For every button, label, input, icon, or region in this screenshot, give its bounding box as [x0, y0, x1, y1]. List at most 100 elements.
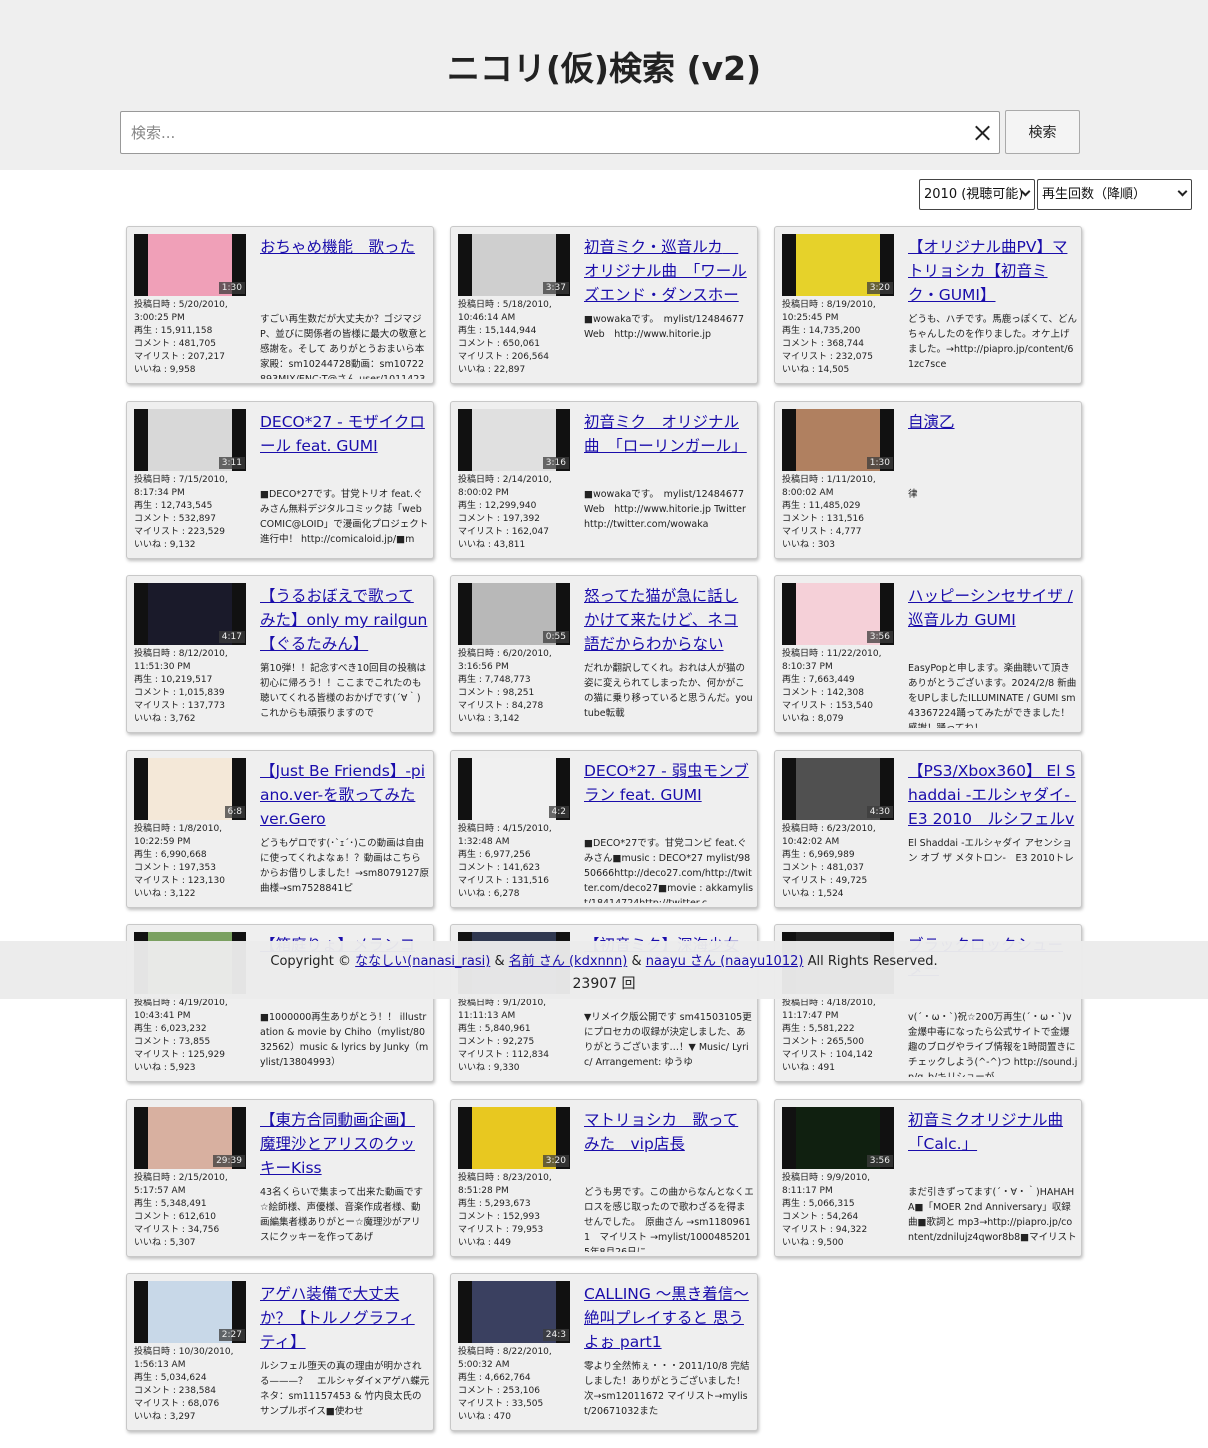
video-thumbnail[interactable]: 4:17	[134, 583, 246, 645]
video-description: 第10弾！！記念すべき10回目の投稿は初心に帰ろう！！ここまでこれたのも聴いてく…	[260, 663, 427, 719]
posted-date-value: 10/30/2010,	[178, 1347, 234, 1357]
video-thumbnail[interactable]: 2:27	[134, 1281, 246, 1343]
posted-time: 5:17:57 AM	[134, 1185, 186, 1196]
video-thumbnail[interactable]: 1:30	[782, 408, 894, 471]
year-select[interactable]: 2010 (視聴可能)	[919, 179, 1035, 210]
sort-select[interactable]: 再生回数（降順）	[1037, 179, 1192, 210]
video-title-link[interactable]: DECO*27 - 弱虫モンブラン feat. GUMI	[584, 759, 752, 807]
video-thumbnail[interactable]: 3:20	[782, 234, 894, 296]
video-title-link[interactable]: CALLING ～黒き着信～ 絶叫プレイすると 思うよぉ part1	[584, 1282, 752, 1354]
video-thumbnail[interactable]: 4:30	[782, 757, 894, 820]
video-stats: 投稿日時 : 10/30/2010, 1:56:13 AM 再生 : 5,034,6…	[134, 1346, 252, 1424]
like-count: いいね : 491	[782, 1062, 900, 1075]
video-thumbnail[interactable]: 3:16	[458, 408, 570, 471]
views-value: 12,743,545	[160, 500, 213, 511]
video-title-link[interactable]: 【東方合同動画企画】魔理沙とアリスのクッキーKiss	[260, 1108, 428, 1180]
mylist-count: マイリスト : 34,756	[134, 1224, 252, 1237]
mylist-label: マイリスト :	[458, 526, 512, 537]
mylist-value: 84,278	[511, 701, 544, 711]
video-thumbnail[interactable]: 3:56	[782, 583, 894, 645]
views-label: 再生 :	[458, 849, 485, 860]
comment-count: コメント : 92,275	[458, 1036, 576, 1049]
like-count: いいね : 3,142	[458, 713, 576, 726]
posted-date-value: 1/11/2010,	[826, 474, 876, 485]
video-title-link[interactable]: 初音ミクオリジナル曲「Calc.」	[908, 1108, 1076, 1156]
video-thumbnail[interactable]: 3:11	[134, 408, 246, 471]
video-title-link[interactable]: DECO*27 - モザイクロール feat. GUMI	[260, 410, 428, 458]
video-thumbnail[interactable]: 0:55	[458, 583, 570, 645]
video-title-link[interactable]: 自演乙	[908, 410, 1076, 434]
video-stats: 投稿日時 : 1/8/2010, 10:22:59 PM 再生 : 6,990,66…	[134, 823, 252, 901]
posted-label: 投稿日時 :	[782, 823, 827, 834]
video-title-link[interactable]: 【オリジナル曲PV】マトリョシカ【初音ミク・GUMI】	[908, 235, 1076, 307]
video-thumbnail[interactable]: 3:37	[458, 234, 570, 296]
views-value: 6,023,232	[160, 1024, 207, 1034]
posted-label: 投稿日時 :	[134, 300, 179, 310]
video-title-link[interactable]: アゲハ装備で大丈夫か？【トルノグラフィティ】	[260, 1282, 428, 1354]
video-stats: 投稿日時 : 1/11/2010, 8:00:02 AM 再生 : 11,485,0…	[782, 474, 900, 552]
comment-count: コメント : 152,993	[458, 1211, 576, 1224]
video-title-link[interactable]: 初音ミク オリジナル曲 「ローリンガール」	[584, 410, 752, 458]
search-input[interactable]	[121, 112, 961, 153]
amp-text: &	[627, 954, 646, 969]
video-title-link[interactable]: ハッピーシンセサイザ / 巡音ルカ GUMI	[908, 584, 1076, 632]
video-thumbnail[interactable]: 1:30	[134, 234, 246, 296]
mylist-count: マイリスト : 4,777	[782, 526, 900, 539]
author-link-1[interactable]: ななしい(nanasi_rasi)	[355, 954, 490, 969]
video-title-link[interactable]: 【Just Be Friends】-piano.ver-を歌ってみた ver.G…	[260, 759, 428, 831]
video-thumbnail[interactable]: 24:3	[458, 1281, 570, 1343]
posted-date-value: 2/14/2010,	[502, 474, 552, 485]
views-value: 5,066,315	[808, 1198, 855, 1209]
duration-badge: 24:3	[542, 1329, 569, 1341]
views-label: 再生 :	[782, 1198, 809, 1209]
mylist-count: マイリスト : 232,075	[782, 351, 900, 364]
video-thumbnail[interactable]: 4:2	[458, 757, 570, 820]
duration-badge: 1:30	[866, 456, 893, 469]
comment-count: コメント : 265,500	[782, 1036, 900, 1049]
video-title-link[interactable]: おちゃめ機能 歌った	[260, 235, 428, 259]
mylist-value: 112,834	[511, 1050, 549, 1060]
video-title-link[interactable]: 【うるおぼえで歌ってみた】only my railgun【ぐるたみん】	[260, 584, 428, 656]
comments-label: コメント :	[134, 688, 179, 698]
view-count: 再生 : 5,840,961	[458, 1023, 576, 1036]
views-label: 再生 :	[134, 326, 161, 336]
video-title-link[interactable]: 初音ミク・巡音ルカ オリジナル曲 「ワールズエンド・ダンスホール」	[584, 235, 752, 309]
video-title-link[interactable]: 【PS3/Xbox360】 El Shaddai -エルシャダイ- E3 201…	[908, 759, 1076, 833]
mylist-label: マイリスト :	[458, 352, 512, 362]
video-stats: 投稿日時 : 2/14/2010, 8:00:02 PM 再生 : 12,299,9…	[458, 474, 576, 552]
comments-value: 532,897	[178, 513, 216, 524]
video-card: 4:30 投稿日時 : 6/23/2010, 10:42:02 AM 再生 : 6,9…	[774, 749, 1082, 908]
video-thumbnail[interactable]: 6:8	[134, 757, 246, 820]
mylist-value: 123,130	[187, 875, 225, 886]
likes-label: いいね :	[458, 1412, 494, 1422]
search-box	[120, 111, 1000, 154]
video-thumbnail[interactable]: 3:56	[782, 1106, 894, 1169]
mylist-label: マイリスト :	[458, 701, 512, 711]
mylist-label: マイリスト :	[134, 1050, 188, 1060]
comment-count: コメント : 141,623	[458, 862, 576, 875]
video-description: だれか翻訳してくれ。おれは人が猫の姿に変えられてしまったか、何かがこの猫に乗り移…	[584, 663, 753, 719]
views-value: 11,485,029	[808, 500, 861, 511]
likes-label: いいね :	[782, 888, 818, 899]
mylist-count: マイリスト : 131,516	[458, 875, 576, 888]
clear-icon[interactable]	[967, 118, 997, 148]
posted-date: 投稿日時 : 5/20/2010,	[134, 299, 252, 312]
author-link-2[interactable]: 名前 さん (kdxnnn)	[509, 954, 628, 969]
video-stats: 投稿日時 : 9/1/2010, 11:11:13 AM 再生 : 5,840,96…	[458, 997, 576, 1075]
author-link-3[interactable]: naayu さん (naayu1012)	[646, 954, 804, 969]
views-value: 15,911,158	[160, 326, 213, 336]
comments-label: コメント :	[458, 1037, 503, 1047]
video-thumbnail[interactable]: 3:20	[458, 1106, 570, 1169]
video-title-link[interactable]: マトリョシカ 歌ってみた vip店長	[584, 1108, 752, 1156]
likes-value: 8,079	[817, 714, 844, 724]
like-count: いいね : 3,122	[134, 888, 252, 901]
video-title-link[interactable]: 怒ってた猫が急に話しかけて来たけど、ネコ語だからわからない	[584, 584, 752, 656]
mylist-count: マイリスト : 153,540	[782, 700, 900, 713]
like-count: いいね : 8,079	[782, 713, 900, 726]
video-thumbnail[interactable]: 29:39	[134, 1106, 246, 1169]
views-value: 5,581,222	[808, 1024, 855, 1034]
search-button[interactable]: 検索	[1005, 110, 1080, 154]
comments-value: 650,061	[502, 339, 540, 349]
posted-date: 投稿日時 : 4/15/2010,	[458, 823, 576, 836]
views-value: 5,840,961	[484, 1024, 531, 1034]
